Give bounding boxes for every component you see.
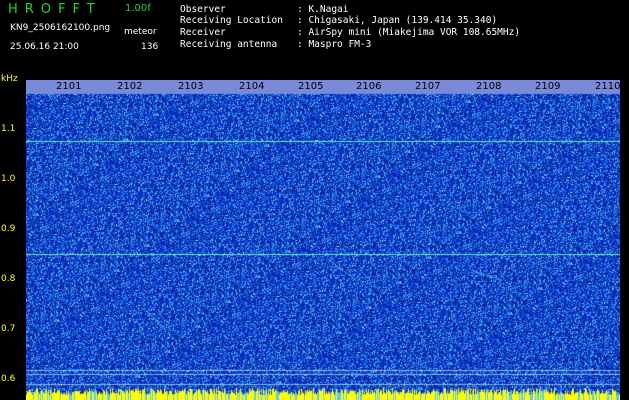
detection-count: 136	[141, 42, 159, 52]
y-tick-label: 0.8	[1, 274, 16, 284]
y-tick-label: 0.6	[1, 374, 16, 384]
x-tick-label: 2106	[356, 81, 382, 92]
receiver-value: : AirSpy mini (Miakejima VOR 108.65MHz)	[297, 27, 521, 38]
spectrogram-canvas	[26, 80, 620, 400]
source-label: meteor	[124, 27, 157, 37]
y-tick-label: 1.1	[1, 124, 16, 134]
location-label: Receiving Location	[180, 15, 283, 26]
app-version: 1.00f	[125, 3, 151, 14]
x-tick-label: 2105	[298, 81, 324, 92]
antenna-label: Receiving antenna	[180, 39, 278, 50]
date-time: 25.06.16 21:00	[10, 42, 79, 52]
x-tick-label: 2107	[415, 81, 441, 92]
x-tick-label: 2108	[476, 81, 502, 92]
y-axis-unit: kHz	[1, 74, 18, 84]
y-tick-label: 1.0	[1, 174, 16, 184]
x-tick-label: 2101	[56, 81, 82, 92]
observer-value: : K.Nagai	[297, 4, 349, 15]
file-name: KN9_2506162100.png	[10, 23, 111, 33]
antenna-value: : Maspro FM-3	[297, 39, 372, 50]
x-tick-label: 2104	[239, 81, 265, 92]
observer-label: Observer	[180, 4, 226, 15]
x-tick-label: 2103	[178, 81, 204, 92]
location-value: : Chigasaki, Japan (139.414 35.340)	[297, 15, 498, 26]
x-tick-label: 2109	[535, 81, 561, 92]
y-tick-label: 0.9	[1, 224, 16, 234]
y-tick-label: 0.7	[1, 324, 16, 334]
app-title: HROFFT	[8, 2, 102, 17]
x-tick-label: 2102	[117, 81, 143, 92]
spectrogram: 2101 2102 2103 2104 2105 2106 2107 2108 …	[26, 80, 620, 400]
x-tick-label: 2110	[595, 81, 621, 92]
receiver-label: Receiver	[180, 27, 226, 38]
